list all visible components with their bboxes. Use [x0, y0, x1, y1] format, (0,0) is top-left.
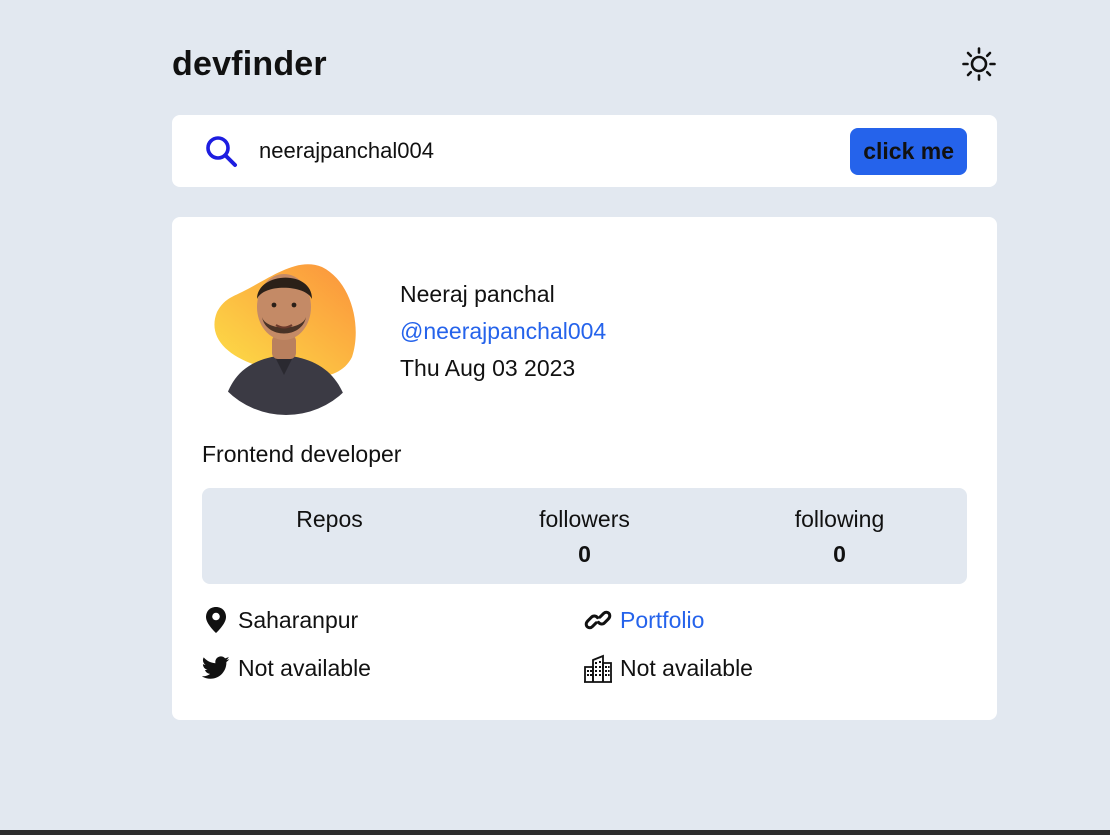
building-icon	[584, 654, 612, 683]
search-button[interactable]: click me	[850, 127, 967, 175]
website-item: Portfolio	[584, 604, 967, 636]
bottom-edge	[0, 830, 1110, 835]
stat-following: following 0	[740, 506, 940, 568]
profile-bio: Frontend developer	[202, 441, 402, 467]
portfolio-link[interactable]: Portfolio	[620, 607, 704, 634]
stat-label: Repos	[296, 506, 363, 532]
twitter-icon	[202, 654, 230, 682]
company-text: Not available	[620, 654, 753, 681]
search-bar: click me	[172, 115, 997, 187]
stat-followers: followers 0	[485, 506, 685, 568]
twitter-item: Not available	[202, 652, 584, 684]
app-page: devfinder neerajpanchal004 click me Neer…	[0, 0, 1110, 835]
stat-value: 0	[578, 541, 591, 567]
theme-toggle-button[interactable]	[959, 44, 999, 84]
location-item: Saharanpur	[202, 604, 584, 636]
stat-value: 0	[833, 541, 846, 567]
profile-header: Neeraj panchal @neerajpanchal004 Thu Aug…	[202, 247, 967, 415]
stat-label: following	[794, 506, 885, 532]
avatar	[202, 247, 370, 415]
link-icon	[584, 606, 612, 634]
main-container: devfinder neerajpanchal004 click me Neer…	[172, 36, 997, 720]
twitter-text: Not available	[238, 654, 371, 681]
company-item: Not available	[584, 652, 967, 684]
search-icon	[204, 134, 238, 168]
location-text: Saharanpur	[238, 606, 359, 633]
map-pin-icon	[202, 606, 230, 634]
header: devfinder	[172, 36, 997, 92]
profile-name: Neeraj panchal	[400, 280, 555, 307]
profile-username-link[interactable]: @neerajpanchal004	[400, 318, 606, 345]
search-input[interactable]	[257, 137, 851, 165]
profile-joined-date: Thu Aug 03 2023	[400, 354, 576, 381]
profile-card: Neeraj panchal @neerajpanchal004 Thu Aug…	[172, 217, 997, 720]
sun-icon	[962, 47, 996, 81]
stats-panel: Repos followers 0 following 0	[202, 488, 967, 584]
profile-links: Saharanpur Portfolio Not available Not a…	[202, 604, 967, 684]
profile-info: Neeraj panchal @neerajpanchal004 Thu Aug…	[400, 281, 606, 382]
app-title: devfinder	[172, 44, 327, 83]
stat-label: followers	[539, 506, 630, 532]
stat-repos: Repos	[230, 506, 430, 567]
